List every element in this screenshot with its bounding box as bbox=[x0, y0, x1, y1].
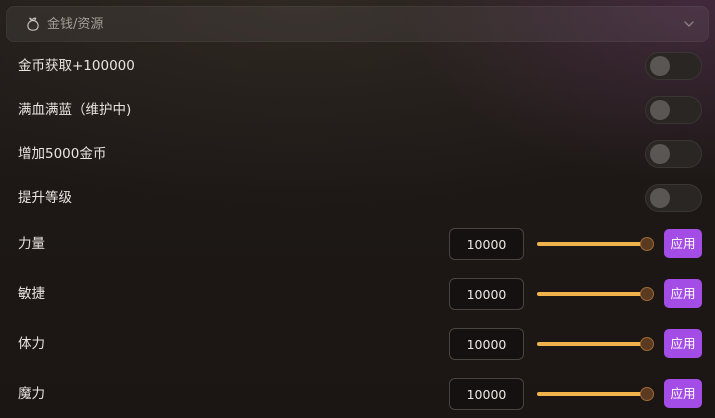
stamina-slider[interactable] bbox=[537, 336, 655, 352]
money-bag-icon bbox=[27, 17, 39, 31]
add-gold-toggle[interactable] bbox=[645, 140, 702, 168]
magic-slider[interactable] bbox=[537, 386, 655, 402]
toggle-label: 提升等级 bbox=[18, 190, 72, 206]
slider-track bbox=[537, 392, 647, 396]
stat-label: 敏捷 bbox=[18, 286, 45, 302]
toggle-label: 金币获取+100000 bbox=[18, 58, 135, 74]
stamina-apply-button[interactable]: 应用 bbox=[664, 329, 702, 358]
magic-value-input[interactable] bbox=[449, 378, 524, 410]
slider-thumb[interactable] bbox=[640, 337, 654, 351]
level-up-toggle[interactable] bbox=[645, 184, 702, 212]
chevron-down-icon[interactable] bbox=[682, 17, 696, 31]
strength-apply-button[interactable]: 应用 bbox=[664, 229, 702, 258]
toggle-knob bbox=[650, 188, 670, 208]
strength-slider[interactable] bbox=[537, 236, 655, 252]
stat-label: 魔力 bbox=[18, 386, 45, 402]
toggle-row-gold-gain: 金币获取+100000 bbox=[0, 46, 715, 86]
gold-gain-toggle[interactable] bbox=[645, 52, 702, 80]
slider-fill bbox=[537, 292, 647, 296]
agility-apply-button[interactable]: 应用 bbox=[664, 279, 702, 308]
slider-track bbox=[537, 242, 647, 246]
agility-slider[interactable] bbox=[537, 286, 655, 302]
stamina-value-input[interactable] bbox=[449, 328, 524, 360]
agility-value-input[interactable] bbox=[449, 278, 524, 310]
toggle-row-level-up: 提升等级 bbox=[0, 178, 715, 218]
toggle-row-add-gold: 增加5000金币 bbox=[0, 134, 715, 174]
slider-thumb[interactable] bbox=[640, 287, 654, 301]
slider-thumb[interactable] bbox=[640, 387, 654, 401]
toggle-label: 增加5000金币 bbox=[18, 146, 107, 162]
slider-thumb[interactable] bbox=[640, 237, 654, 251]
stat-row-magic: 魔力 应用 bbox=[0, 378, 715, 418]
slider-track bbox=[537, 342, 647, 346]
cheat-panel: 金钱/资源 金币获取+100000 满血满蓝（维护中) 增加5000金币 提升等… bbox=[0, 0, 715, 418]
slider-fill bbox=[537, 342, 647, 346]
stat-row-stamina: 体力 应用 bbox=[0, 328, 715, 368]
toggle-row-full-hp-mp: 满血满蓝（维护中) bbox=[0, 90, 715, 130]
toggle-knob bbox=[650, 100, 670, 120]
slider-track bbox=[537, 292, 647, 296]
section-title: 金钱/资源 bbox=[47, 17, 104, 32]
toggle-label: 满血满蓝（维护中) bbox=[18, 102, 132, 118]
slider-fill bbox=[537, 242, 647, 246]
full-hp-mp-toggle[interactable] bbox=[645, 96, 702, 124]
toggle-knob bbox=[650, 144, 670, 164]
stat-row-agility: 敏捷 应用 bbox=[0, 278, 715, 318]
stat-label: 力量 bbox=[18, 236, 45, 252]
section-header-money-resources[interactable]: 金钱/资源 bbox=[6, 6, 709, 42]
stat-label: 体力 bbox=[18, 336, 45, 352]
stat-row-strength: 力量 应用 bbox=[0, 228, 715, 268]
strength-value-input[interactable] bbox=[449, 228, 524, 260]
magic-apply-button[interactable]: 应用 bbox=[664, 379, 702, 408]
slider-fill bbox=[537, 392, 647, 396]
toggle-knob bbox=[650, 56, 670, 76]
